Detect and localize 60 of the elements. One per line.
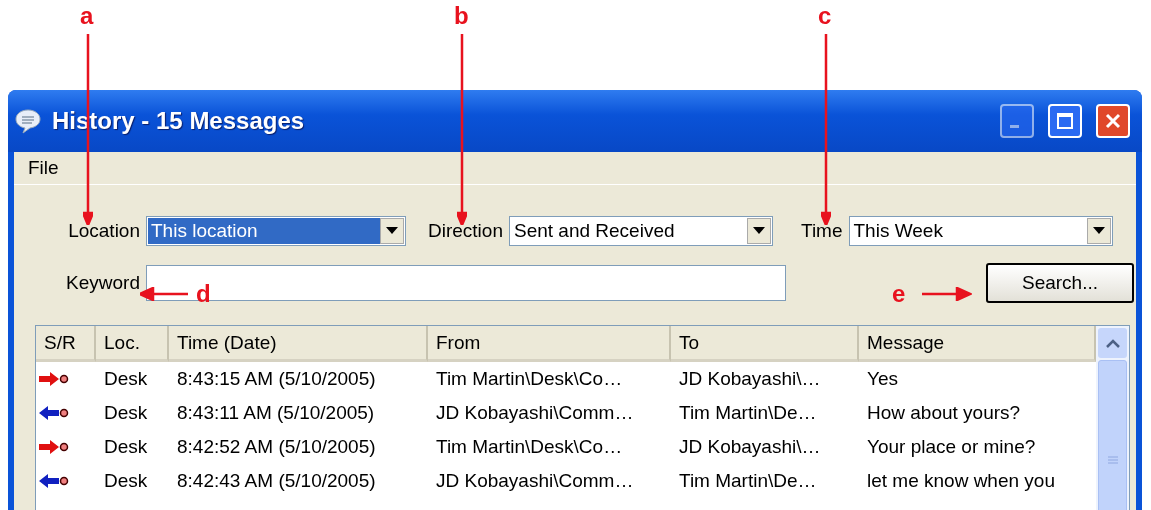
dropdown-arrow-icon (386, 227, 398, 235)
close-button[interactable] (1096, 104, 1130, 138)
table-cell-text: Tim Martin\Desk\Co… (435, 435, 624, 459)
table-cell-text: 8:43:11 AM (5/10/2005) (176, 401, 376, 425)
dropdown-arrow-icon (1092, 227, 1105, 235)
right-arrow-icon (39, 372, 69, 386)
table-cell-text: Tim Martin\Desk\Co… (435, 367, 624, 391)
table-cell-text: JD Kobayashi\Comm… (435, 401, 635, 425)
minimize-icon (1009, 124, 1019, 128)
column-header[interactable]: Loc. (96, 326, 169, 362)
left-arrow-icon (39, 406, 69, 420)
close-icon (1104, 112, 1122, 130)
dropdown-field[interactable]: This Week (848, 216, 1113, 246)
dropdown-arrow-icon (753, 227, 765, 235)
maximize-button[interactable] (1048, 104, 1082, 138)
dropdown-field[interactable]: Sent and Received (509, 216, 773, 246)
table-cell-text: Desk (103, 367, 149, 391)
annotation-letter: a (80, 2, 94, 30)
table-cell-text: let me know when you (866, 469, 1056, 493)
column-header[interactable]: From (428, 326, 671, 362)
column-header[interactable]: Message (859, 326, 1096, 362)
field-label: Time (801, 220, 844, 242)
table-cell-text: JD Kobayashi\… (678, 435, 822, 459)
left-arrow-icon (39, 474, 69, 488)
field-label: Keyword (65, 272, 141, 294)
table-cell-text: Your place or mine? (866, 435, 1037, 459)
menu-item[interactable]: File (24, 157, 63, 179)
field-label: Location (67, 220, 141, 242)
annotation-arrow (922, 287, 972, 301)
search-button[interactable]: Search... (986, 263, 1134, 303)
keyword-field[interactable] (146, 265, 786, 301)
annotation-letter: e (892, 280, 906, 308)
table-cell-text: Desk (103, 401, 149, 425)
table-cell-text: JD Kobayashi\Comm… (435, 469, 635, 493)
annotation-letter: c (818, 2, 832, 30)
table-cell-text: Desk (103, 469, 149, 493)
right-arrow-icon (39, 440, 69, 454)
table-cell-text: How about yours? (866, 401, 1022, 425)
annotation-arrow (140, 287, 190, 301)
maximize-icon (1056, 112, 1074, 130)
table-cell-text: JD Kobayashi\… (678, 367, 822, 391)
table-cell-text: 8:42:43 AM (5/10/2005) (176, 469, 377, 493)
annotation-letter: b (454, 2, 469, 30)
field-label: Direction (428, 220, 504, 242)
chat-bubble-icon (14, 107, 42, 135)
minimize-button[interactable] (1000, 104, 1034, 138)
scrollbar[interactable] (1096, 326, 1129, 510)
table-cell-text: 8:43:15 AM (5/10/2005) (176, 367, 377, 391)
column-header[interactable]: Time (Date) (169, 326, 428, 362)
scroll-up-icon (1105, 338, 1120, 348)
column-header[interactable]: S/R (36, 326, 96, 362)
table-cell-text: Desk (103, 435, 149, 459)
table-cell-text: Tim Martin\De… (678, 401, 818, 425)
table-cell-text: 8:42:52 AM (5/10/2005) (176, 435, 377, 459)
annotation-letter: d (196, 280, 211, 308)
table-cell-text: Yes (866, 367, 899, 391)
grip-icon (1107, 456, 1118, 464)
column-header[interactable]: To (671, 326, 859, 362)
dropdown-field[interactable]: This location (146, 216, 406, 246)
table-cell-text: Tim Martin\De… (678, 469, 818, 493)
